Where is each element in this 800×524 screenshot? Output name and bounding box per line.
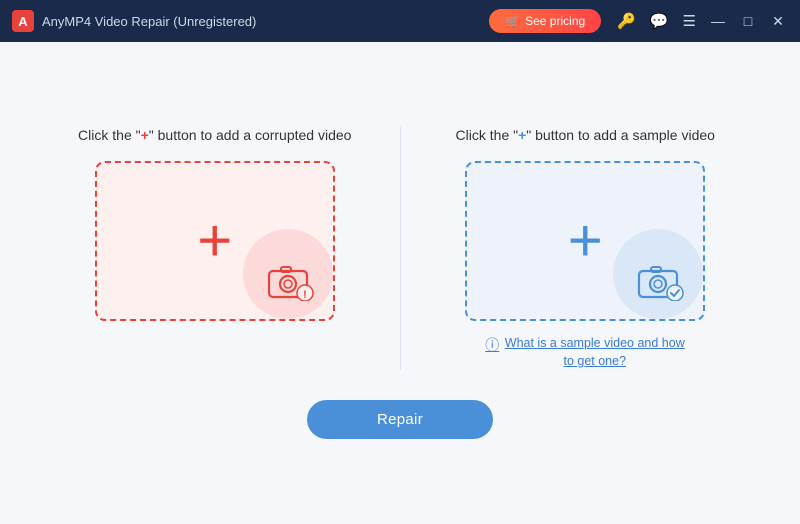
panel-divider [400,127,401,370]
corrupted-video-panel: Click the "+" button to add a corrupted … [40,127,390,321]
sample-panel-title: Click the "+" button to add a sample vid… [456,127,715,143]
minimize-button[interactable]: — [708,11,728,31]
sample-plus-symbol: + [518,127,526,143]
corrupted-video-dropzone[interactable]: + ! [95,161,335,321]
window-controls: — □ ✕ [708,11,788,31]
repair-button[interactable]: Repair [307,400,493,439]
corrupted-camera-icon: ! [267,261,315,301]
toolbar-icons: 🔑 💬 ☰ [617,12,696,30]
svg-text:!: ! [303,289,307,301]
main-content: Click the "+" button to add a corrupted … [0,42,800,524]
sample-video-panel: Click the "+" button to add a sample vid… [411,127,761,370]
key-icon[interactable]: 🔑 [617,12,636,30]
pricing-label: See pricing [525,14,585,28]
chat-icon[interactable]: 💬 [650,12,669,30]
maximize-button[interactable]: □ [738,11,758,31]
app-logo: A [12,10,34,32]
sample-add-icon: + [568,211,603,271]
corrupted-panel-title: Click the "+" button to add a corrupted … [78,127,351,143]
sample-video-dropzone[interactable]: + [465,161,705,321]
sample-help-text: What is a sample video and how to get on… [504,335,685,370]
close-button[interactable]: ✕ [768,11,788,31]
app-title: AnyMP4 Video Repair (Unregistered) [42,14,489,29]
corrupted-plus-symbol: + [141,127,149,143]
cart-icon: 🛒 [505,14,520,28]
see-pricing-button[interactable]: 🛒 See pricing [489,9,601,33]
svg-text:A: A [18,14,28,29]
help-circle-icon: ⓘ [485,336,499,356]
menu-icon[interactable]: ☰ [683,12,696,30]
titlebar: A AnyMP4 Video Repair (Unregistered) 🛒 S… [0,0,800,42]
panels-row: Click the "+" button to add a corrupted … [40,127,760,370]
sample-help-link[interactable]: ⓘ What is a sample video and how to get … [485,335,685,370]
corrupted-add-icon: + [197,211,232,271]
sample-camera-icon [637,261,685,301]
repair-button-row: Repair [307,400,493,439]
